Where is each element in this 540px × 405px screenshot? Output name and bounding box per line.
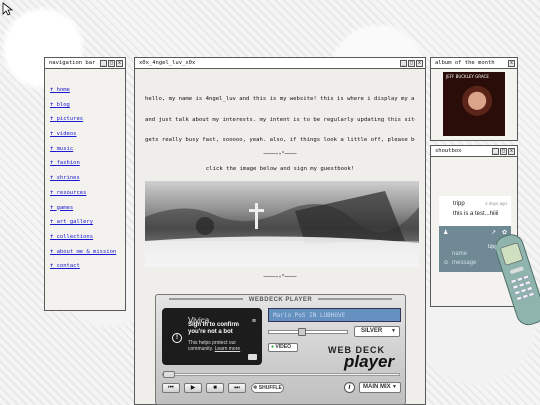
protect-message: This helps protect our community. Learn … bbox=[188, 340, 241, 352]
player-header: WEBDECK PLAYER bbox=[156, 297, 405, 303]
message-field[interactable]: message bbox=[452, 260, 476, 266]
album-title: album of the month bbox=[435, 60, 495, 66]
emoji-icon[interactable]: ☺ bbox=[443, 260, 449, 266]
intro-line: gets really busy fast, sooooo, yeah. als… bbox=[145, 137, 415, 143]
nav-link-shrines[interactable]: ✝ shrines bbox=[50, 175, 125, 190]
shoutbox-titlebar: shoutbox _ □ x bbox=[431, 146, 517, 157]
nav-link-contact[interactable]: ✝ contact bbox=[50, 263, 125, 278]
play-icon[interactable]: ▶ bbox=[184, 383, 202, 393]
skin-select[interactable]: SILVER ▼ bbox=[354, 326, 400, 337]
navigation-window: navigation bar _ □ x ✝ home ✝ blog ✝ pic… bbox=[44, 57, 126, 311]
stop-icon[interactable]: ■ bbox=[206, 383, 224, 393]
maximize-button[interactable]: □ bbox=[500, 147, 507, 155]
info-icon[interactable]: i bbox=[344, 382, 355, 393]
prev-icon[interactable]: ⏮ bbox=[162, 383, 180, 393]
nav-link-about[interactable]: ✝ about me & mission bbox=[50, 249, 125, 264]
nav-link-blog[interactable]: ✝ blog bbox=[50, 102, 125, 117]
webdeck-player: WEBDECK PLAYER Vivica ≡ Sign in to confi… bbox=[155, 294, 406, 405]
album-titlebar: album of the month x bbox=[431, 58, 517, 69]
navigation-titlebar: navigation bar _ □ x bbox=[45, 58, 125, 69]
name-field[interactable]: name bbox=[452, 251, 467, 257]
nav-list: ✝ home ✝ blog ✝ pictures ✝ videos ✝ musi… bbox=[45, 69, 125, 278]
guestbook-banner-image[interactable] bbox=[145, 181, 419, 267]
video-toggle-button[interactable]: ● VIDEO bbox=[268, 343, 298, 352]
album-cover-label: JEFF BUCKLEY GRACE bbox=[446, 74, 489, 79]
seek-bar[interactable] bbox=[162, 371, 400, 378]
banner-scene-icon bbox=[145, 191, 419, 267]
shout-message: tripp 3 days ago this is a test...hiiii bbox=[439, 196, 511, 226]
nokia-phone-icon bbox=[496, 234, 540, 326]
nav-link-pictures[interactable]: ✝ pictures bbox=[50, 116, 125, 131]
divider: ────✧˖°──── bbox=[263, 274, 297, 280]
maximize-button[interactable]: □ bbox=[108, 59, 115, 67]
minimize-button[interactable]: _ bbox=[400, 59, 407, 67]
intro-text: hello, my name is 4ngel_luv and this is … bbox=[135, 69, 425, 151]
nav-link-resources[interactable]: ✝ resources bbox=[50, 190, 125, 205]
shuffle-button[interactable]: ✲ SHUFFLE bbox=[251, 383, 284, 393]
nav-link-fashion[interactable]: ✝ fashion bbox=[50, 160, 125, 175]
nav-link-collections[interactable]: ✝ collections bbox=[50, 234, 125, 249]
volume-slider[interactable] bbox=[268, 328, 348, 336]
youtube-icon[interactable] bbox=[248, 354, 257, 360]
shout-time: 3 days ago bbox=[484, 201, 507, 206]
maximize-button[interactable]: □ bbox=[408, 59, 415, 67]
mouse-cursor-icon bbox=[2, 2, 14, 16]
chevron-down-icon: ▼ bbox=[392, 384, 397, 390]
intro-line: hello, my name is 4ngel_luv and this is … bbox=[145, 96, 415, 102]
track-title: Mario PoS IN LUBHOVE bbox=[273, 312, 346, 319]
user-icon: ♟ bbox=[443, 230, 449, 236]
chevron-down-icon: ▼ bbox=[391, 328, 396, 334]
divider: ────✧˖°──── bbox=[263, 151, 297, 157]
close-button[interactable]: x bbox=[508, 59, 515, 67]
shout-author: tripp bbox=[453, 201, 465, 207]
seek-knob[interactable] bbox=[163, 371, 175, 378]
close-button[interactable]: x bbox=[116, 59, 123, 67]
shoutbox-title: shoutbox bbox=[435, 148, 462, 154]
guestbook-prompt: click the image below and sign my guestb… bbox=[205, 166, 355, 172]
close-button[interactable]: x bbox=[508, 147, 515, 155]
brand-logo-bottom: player bbox=[344, 352, 395, 371]
album-cover-image[interactable]: JEFF BUCKLEY GRACE bbox=[443, 72, 505, 136]
close-button[interactable]: x bbox=[416, 59, 423, 67]
warning-icon: ! bbox=[172, 333, 182, 343]
minimize-button[interactable]: _ bbox=[100, 59, 107, 67]
nav-link-home[interactable]: ✝ home bbox=[50, 87, 125, 102]
intro-line: and just talk about my interests. my int… bbox=[145, 116, 415, 123]
volume-knob[interactable] bbox=[297, 328, 306, 336]
album-window: album of the month x JEFF BUCKLEY GRACE bbox=[430, 57, 518, 141]
main-title: x0x_4ngel_luv_x0x bbox=[139, 60, 196, 66]
track-display: Mario PoS IN LUBHOVE bbox=[268, 308, 401, 322]
dot-icon: ● bbox=[271, 344, 275, 350]
playlist-select[interactable]: MAIN MIX ▼ bbox=[359, 382, 401, 393]
next-icon[interactable]: ⏭ bbox=[228, 383, 246, 393]
nav-link-videos[interactable]: ✝ videos bbox=[50, 131, 125, 146]
video-embed[interactable]: Vivica ≡ Sign in to confirm you're not a… bbox=[162, 308, 262, 365]
shout-text: this is a test...hiiii bbox=[453, 211, 499, 217]
nav-link-art-gallery[interactable]: ✝ art gallery bbox=[50, 219, 125, 234]
navigation-title: navigation bar bbox=[49, 60, 96, 66]
main-titlebar: x0x_4ngel_luv_x0x _ □ x bbox=[135, 58, 425, 69]
learn-more-link[interactable]: Learn more bbox=[215, 346, 241, 352]
nav-link-music[interactable]: ✝ music bbox=[50, 146, 125, 161]
minimize-button[interactable]: _ bbox=[492, 147, 499, 155]
signin-message: Sign in to confirm you're not a bot bbox=[188, 322, 239, 335]
nav-link-games[interactable]: ✝ games bbox=[50, 205, 125, 220]
